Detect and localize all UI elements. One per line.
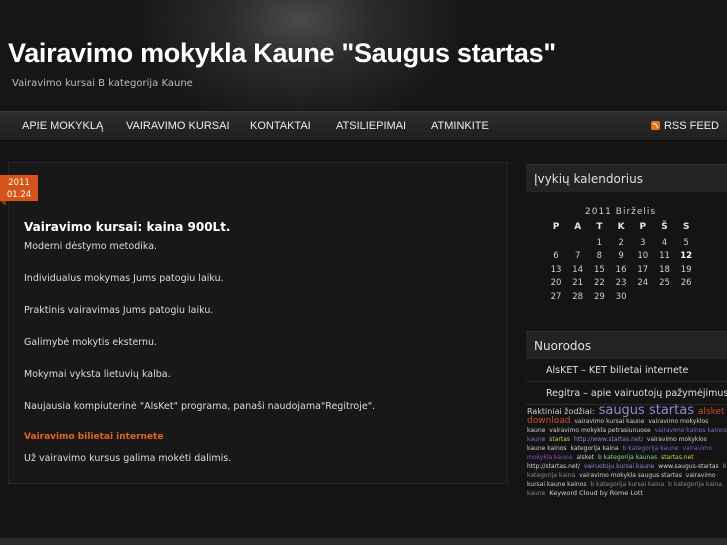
calendar-weekday: T — [596, 222, 603, 232]
post-date-badge: 2011 01.24 — [0, 175, 38, 206]
nav-item-vairavimo-kursai[interactable]: VAIRAVIMO KURSAI — [126, 120, 230, 132]
keyword-tag[interactable]: vairuotoju kursai kaune — [584, 463, 655, 470]
calendar-day[interactable]: 18 — [654, 265, 676, 275]
keyword-tag[interactable]: kategorija kaina — [570, 445, 618, 452]
keyword-tag[interactable]: vairavimo mokykla petrasiunuose — [549, 427, 650, 434]
calendar-weekday: P — [639, 222, 647, 232]
calendar-day[interactable]: 6 — [545, 251, 567, 261]
link-alsket[interactable]: AlsKET – KET bilietai internete — [526, 360, 727, 382]
rss-label: RSS FEED — [663, 120, 719, 132]
calendar-weekday: A — [574, 222, 582, 232]
calendar-weekday: S — [682, 222, 690, 232]
rss-feed-link[interactable]: RSS FEED — [650, 120, 719, 132]
calendar-day[interactable]: 9 — [610, 251, 632, 261]
calendar-day[interactable]: 2 — [610, 238, 632, 248]
calendar-day[interactable]: 17 — [632, 265, 654, 275]
keyword-tag[interactable]: startas.net — [661, 454, 694, 461]
calendar-day[interactable]: 16 — [610, 265, 632, 275]
calendar-day[interactable]: 21 — [567, 278, 589, 288]
calendar-day[interactable]: 4 — [654, 238, 676, 248]
calendar-day[interactable]: 12 — [675, 251, 697, 261]
calendar-day[interactable]: 10 — [632, 251, 654, 261]
post-line: Galimybė mokytis eksternu. — [24, 337, 158, 348]
calendar-day[interactable]: 30 — [610, 292, 632, 302]
calendar-weekday: P — [552, 222, 560, 232]
keyword-tag[interactable]: b kategorija kaunas — [598, 454, 657, 461]
calendar-day[interactable]: 19 — [675, 265, 697, 275]
post-line: Praktinis vairavimas Jums patogiu laiku. — [24, 305, 214, 316]
nav-item-atminkite[interactable]: ATMINKITE — [431, 120, 489, 132]
links-heading: Nuorodos — [526, 331, 727, 359]
post-date-day: 01.24 — [6, 190, 32, 200]
post-footer-line: Už vairavimo kursus galima mokėti dalimi… — [24, 453, 232, 464]
link-regitra[interactable]: Regitra – apie vairuotojų pažymėjimus — [526, 383, 727, 405]
calendar-day[interactable]: 20 — [545, 278, 567, 288]
calendar-heading: Įvykių kalendorius — [526, 164, 727, 192]
calendar-day[interactable]: 7 — [567, 251, 589, 261]
keyword-cloud-credit[interactable]: Keyword Cloud by Rome Lott — [549, 489, 643, 497]
calendar-day[interactable]: 8 — [588, 251, 610, 261]
keyword-tag[interactable]: http://startas.net/ — [527, 463, 580, 470]
footer-bar — [0, 538, 727, 545]
calendar-day[interactable]: 14 — [567, 265, 589, 275]
nav-item-apie-mokykla[interactable]: APIE MOKYKLĄ — [22, 120, 103, 132]
site-title[interactable]: Vairavimo mokykla Kaune "Saugus startas" — [8, 38, 556, 69]
nav-item-atsiliepimai[interactable]: ATSILIEPIMAI — [336, 120, 406, 132]
calendar-day[interactable]: 22 — [588, 278, 610, 288]
site-subtitle: Vairavimo kursai B kategorija Kaune — [12, 78, 193, 89]
keyword-tag[interactable]: vairavimo mokykla saugus startas — [579, 472, 682, 479]
keyword-tag[interactable]: www.saugus-startas — [658, 463, 718, 470]
post-line: Naujausia kompiuterinė "AlsKet" programa… — [24, 401, 376, 412]
calendar-day[interactable]: 11 — [654, 251, 676, 261]
post-line: Mokymai vyksta lietuvių kalba. — [24, 369, 171, 380]
calendar-day[interactable]: 26 — [675, 278, 697, 288]
bilietai-internete-link[interactable]: Vairavimo bilietai internete — [24, 432, 163, 442]
post-line: Moderni dėstymo metodika. — [24, 241, 158, 252]
post-line: Individualus mokymas Jums patogiu laiku. — [24, 273, 224, 284]
calendar-day[interactable]: 3 — [632, 238, 654, 248]
calendar-day[interactable]: 25 — [654, 278, 676, 288]
calendar-day[interactable]: 5 — [675, 238, 697, 248]
rss-icon — [650, 121, 660, 130]
calendar-day[interactable]: 24 — [632, 278, 654, 288]
keyword-tag[interactable]: vairavimo kursai kaune — [574, 418, 644, 425]
calendar-day[interactable]: 27 — [545, 292, 567, 302]
calendar-day[interactable]: 28 — [567, 292, 589, 302]
keyword-tag[interactable]: b kategorija kaune — [623, 445, 679, 452]
calendar-day[interactable]: 29 — [588, 292, 610, 302]
keyword-tag[interactable]: http://www.startas.net/ — [574, 436, 643, 443]
keyword-tag[interactable]: startas — [549, 436, 570, 443]
keyword-cloud: Raktiniai žodžiai: saugus startas alsket… — [527, 403, 727, 498]
calendar-caption: 2011 Birželis — [585, 207, 657, 217]
keyword-tag[interactable]: alsket — [576, 454, 594, 461]
calendar-weekday: K — [617, 222, 625, 232]
keyword-tag[interactable]: saugus startas — [599, 403, 694, 418]
keyword-tag[interactable]: b kategorija kursai kaina — [590, 481, 664, 488]
post-date-year: 2011 — [8, 178, 30, 188]
calendar-day[interactable]: 15 — [588, 265, 610, 275]
main-navigation: APIE MOKYKLĄ VAIRAVIMO KURSAI KONTAKTAI … — [0, 111, 727, 141]
calendar-day[interactable]: 23 — [610, 278, 632, 288]
keyword-cloud-label: Raktiniai žodžiai: — [527, 407, 595, 416]
calendar-weekday: Š — [661, 222, 668, 232]
calendar-day[interactable]: 13 — [545, 265, 567, 275]
post-title[interactable]: Vairavimo kursai: kaina 900Lt. — [24, 220, 231, 234]
calendar-day[interactable]: 1 — [588, 238, 610, 248]
nav-item-kontaktai[interactable]: KONTAKTAI — [250, 120, 311, 132]
